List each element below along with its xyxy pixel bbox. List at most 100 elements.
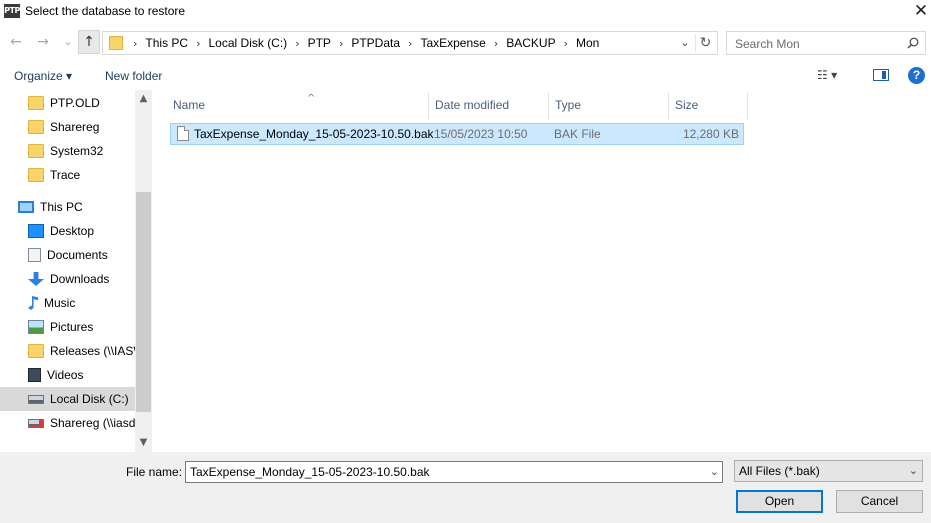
breadcrumb-item[interactable]: PTP: [308, 36, 331, 50]
sidebar-item[interactable]: This PC: [0, 195, 135, 219]
preview-pane-icon[interactable]: [873, 69, 889, 81]
breadcrumb-item[interactable]: Mon: [576, 36, 599, 50]
sidebar-item-label: Pictures: [50, 320, 94, 334]
chevron-down-icon[interactable]: ⌄: [710, 465, 719, 478]
address-bar[interactable]: › This PC › Local Disk (C:) › PTP › PTPData › Tax…: [102, 31, 718, 55]
file-type-value: All Files (*.bak): [739, 464, 820, 478]
sidebar-item[interactable]: Desktop: [0, 219, 135, 243]
recent-locations-chevron-icon[interactable]: ⌄: [58, 32, 78, 52]
help-icon[interactable]: ?: [908, 67, 925, 84]
sidebar-item[interactable]: System32: [0, 139, 135, 163]
title-bar: PTP Select the database to restore ✕: [0, 0, 931, 24]
filename-label: File name:: [126, 465, 183, 479]
chevron-down-icon: ⌄: [908, 465, 918, 477]
network-folder-icon: [28, 344, 44, 358]
breadcrumb-separator-icon[interactable]: ›: [133, 37, 137, 50]
filename-input[interactable]: TaxExpense_Monday_15-05-2023-10.50.bak ⌄: [185, 461, 723, 483]
column-header-label: Name: [173, 98, 206, 112]
cancel-button[interactable]: Cancel: [836, 490, 923, 513]
sidebar-item-label: Desktop: [50, 224, 95, 238]
breadcrumb-separator-icon[interactable]: ›: [196, 37, 200, 50]
scroll-up-icon[interactable]: ▲: [135, 90, 152, 107]
command-toolbar: Organize ▾ New folder ☷ ▾ ?: [0, 62, 931, 90]
navigation-pane: PTP.OLD Sharereg System32 Trace This PC Deskt…: [0, 90, 152, 452]
breadcrumb-separator-icon[interactable]: ›: [564, 37, 568, 50]
forward-arrow-icon[interactable]: →: [33, 32, 53, 52]
sidebar-item[interactable]: Music: [0, 291, 135, 315]
sidebar-item[interactable]: Sharereg: [0, 115, 135, 139]
breadcrumb-item[interactable]: This PC: [145, 36, 188, 50]
file-type-select[interactable]: All Files (*.bak) ⌄: [734, 460, 923, 482]
network-drive-icon: [28, 418, 44, 428]
open-button[interactable]: Open: [736, 490, 823, 513]
window-title: Select the database to restore: [25, 4, 186, 18]
download-icon: [28, 272, 44, 286]
dialog-footer: File name: TaxExpense_Monday_15-05-2023-…: [0, 452, 931, 523]
breadcrumb-separator-icon[interactable]: ›: [295, 37, 299, 50]
sidebar-item-label: This PC: [40, 200, 83, 214]
close-icon[interactable]: ✕: [912, 1, 930, 21]
navigation-scrollbar[interactable]: ▲ ▼: [135, 90, 152, 452]
folder-icon: [28, 144, 44, 158]
back-arrow-icon[interactable]: ←: [6, 32, 26, 52]
up-arrow-icon[interactable]: ↑: [78, 30, 100, 54]
scroll-down-icon[interactable]: ▼: [135, 434, 152, 451]
organize-button[interactable]: Organize ▾: [14, 69, 72, 83]
sidebar-item-label: Downloads: [50, 272, 110, 286]
view-options-icon[interactable]: ☷ ▾: [817, 68, 837, 82]
computer-icon: [18, 201, 34, 213]
folder-icon: [28, 96, 44, 110]
column-header-label: Date modified: [435, 98, 510, 112]
file-icon: [177, 126, 189, 141]
filename-value: TaxExpense_Monday_15-05-2023-10.50.bak: [190, 465, 430, 479]
drive-icon: [28, 394, 44, 404]
column-header-type[interactable]: Type: [549, 92, 669, 120]
sidebar-item[interactable]: Sharereg (\\iasdc: [0, 411, 135, 435]
column-header-name[interactable]: Name ^: [167, 92, 429, 120]
app-logo-icon: PTP: [4, 4, 20, 18]
breadcrumb-separator-icon[interactable]: ›: [408, 37, 412, 50]
new-folder-button[interactable]: New folder: [105, 69, 162, 83]
column-header-label: Size: [675, 98, 699, 112]
sidebar-item-label: System32: [50, 144, 104, 158]
sidebar-item-label: Local Disk (C:): [50, 392, 129, 406]
sidebar-item-label: Videos: [47, 368, 84, 382]
folder-icon: [28, 168, 44, 182]
breadcrumb-separator-icon[interactable]: ›: [494, 37, 498, 50]
sidebar-item-label: Releases (\\IASWC: [50, 344, 135, 358]
chevron-down-icon[interactable]: ⌄: [677, 35, 693, 51]
file-name: TaxExpense_Monday_15-05-2023-10.50.bak: [194, 127, 434, 141]
sidebar-item-label: PTP.OLD: [50, 96, 100, 110]
breadcrumb-item[interactable]: BACKUP: [506, 36, 555, 50]
breadcrumb-item[interactable]: Local Disk (C:): [209, 36, 288, 50]
file-date: 15/05/2023 10:50: [434, 127, 528, 141]
column-header-size[interactable]: Size: [669, 92, 748, 120]
sidebar-item-label: Trace: [50, 168, 81, 182]
refresh-icon[interactable]: ↻: [695, 34, 715, 52]
scrollbar-thumb[interactable]: [136, 192, 151, 412]
sidebar-item[interactable]: Pictures: [0, 315, 135, 339]
search-input[interactable]: Search Mon: [726, 31, 926, 55]
file-size: 12,280 KB: [682, 127, 739, 141]
sidebar-item[interactable]: Trace: [0, 163, 135, 187]
sidebar-item-label: Sharereg (\\iasdc: [50, 416, 135, 430]
sidebar-item[interactable]: Releases (\\IASWC: [0, 339, 135, 363]
column-header-date[interactable]: Date modified: [429, 92, 549, 120]
sidebar-item[interactable]: Downloads: [0, 267, 135, 291]
folder-icon: [28, 120, 44, 134]
sidebar-item-label: Music: [44, 296, 76, 310]
pictures-icon: [28, 320, 44, 334]
sidebar-item[interactable]: PTP.OLD: [0, 91, 135, 115]
file-list: Name ^ Date modified Type Size TaxExpens…: [152, 90, 931, 452]
videos-icon: [28, 368, 41, 382]
navigation-bar: ← → ⌄ ↑ › This PC › Local Disk (C:) › PTP › PTP…: [0, 28, 931, 58]
sidebar-item[interactable]: Documents: [0, 243, 135, 267]
breadcrumb-item[interactable]: PTPData: [351, 36, 400, 50]
breadcrumb-separator-icon[interactable]: ›: [339, 37, 343, 50]
sidebar-item[interactable]: Local Disk (C:): [0, 387, 135, 411]
column-header-label: Type: [555, 98, 582, 112]
music-icon: [28, 296, 38, 310]
breadcrumb-item[interactable]: TaxExpense: [420, 36, 485, 50]
sidebar-item[interactable]: Videos: [0, 363, 135, 387]
file-row[interactable]: TaxExpense_Monday_15-05-2023-10.50.bak 1…: [170, 123, 744, 145]
